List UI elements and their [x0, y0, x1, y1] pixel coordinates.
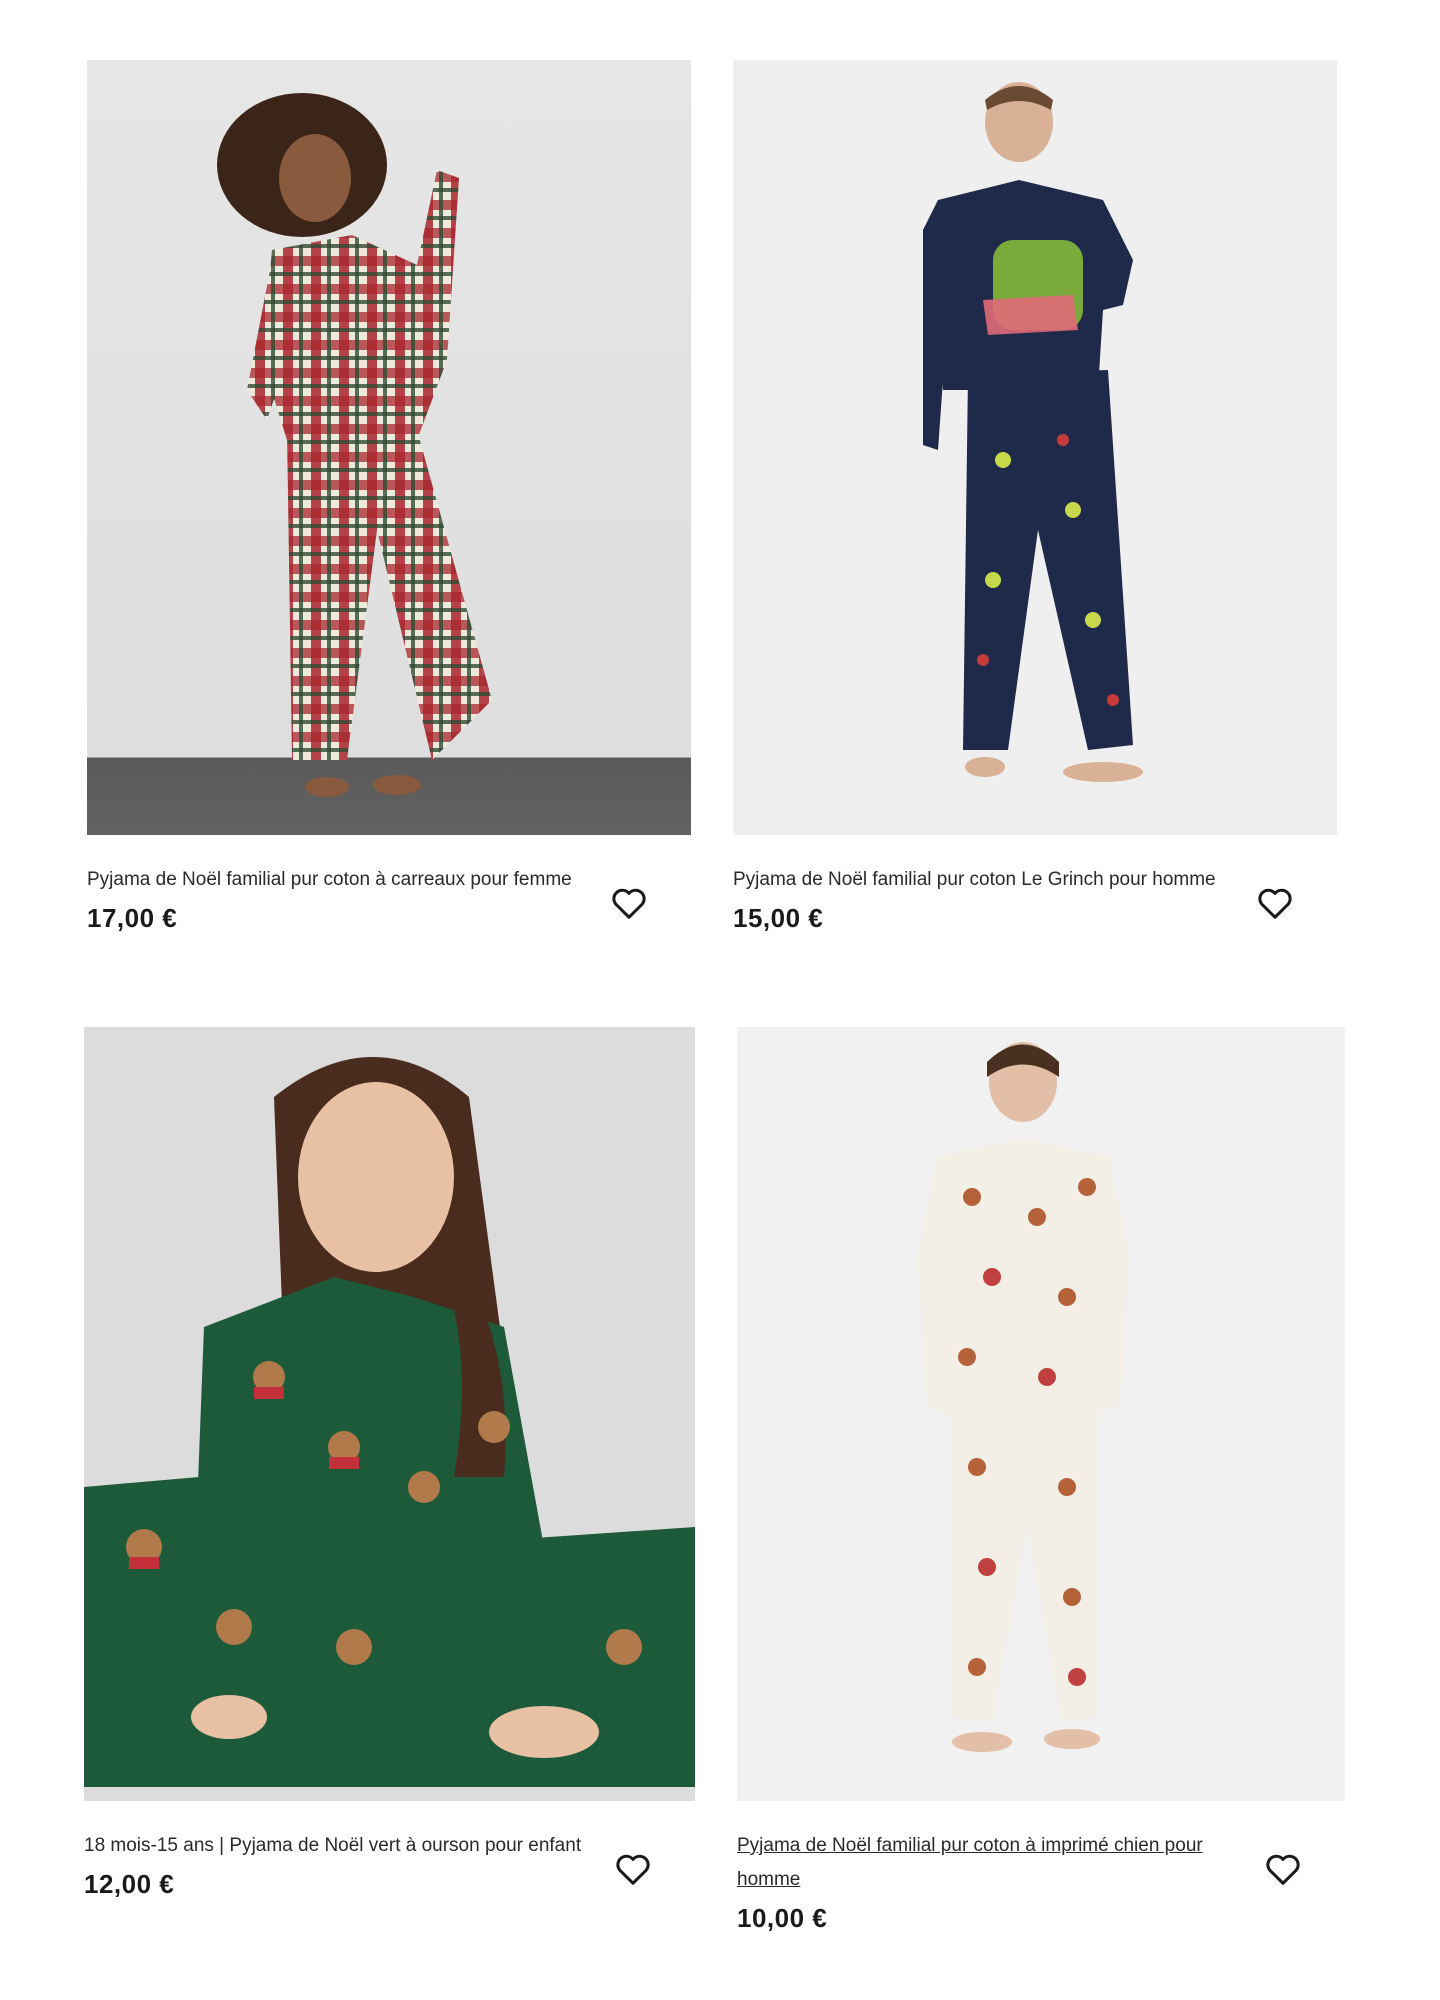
product-title[interactable]: Pyjama de Noël familial pur coton à impr…	[737, 1829, 1237, 1897]
heart-outline-icon	[616, 1854, 650, 1885]
product-price: 15,00 €	[733, 903, 824, 933]
child-teddy-pyjama-illustration	[84, 1057, 695, 1787]
product-title[interactable]: Pyjama de Noël familial pur coton à carr…	[87, 863, 587, 897]
add-to-wishlist-button[interactable]	[1253, 881, 1297, 925]
woman-plaid-pyjama-illustration	[217, 93, 492, 797]
add-to-wishlist-button[interactable]	[1261, 1847, 1305, 1891]
product-image[interactable]	[84, 1027, 695, 1801]
product-image[interactable]	[737, 1027, 1345, 1801]
heart-outline-icon	[1266, 1854, 1300, 1885]
product-card[interactable]: Pyjama de Noël familial pur coton à carr…	[87, 60, 691, 934]
product-title[interactable]: Pyjama de Noël familial pur coton Le Gri…	[733, 863, 1233, 897]
man-dog-print-pyjama-illustration	[917, 1042, 1129, 1752]
product-image[interactable]	[733, 60, 1337, 835]
man-grinch-pyjama-illustration	[923, 82, 1143, 782]
product-price: 17,00 €	[87, 903, 178, 933]
add-to-wishlist-button[interactable]	[607, 881, 651, 925]
heart-outline-icon	[1258, 888, 1292, 919]
product-card[interactable]: Pyjama de Noël familial pur coton à impr…	[737, 1027, 1345, 1934]
product-price: 10,00 €	[737, 1903, 828, 1933]
heart-outline-icon	[612, 888, 646, 919]
product-image[interactable]	[87, 60, 691, 835]
product-price: 12,00 €	[84, 1869, 175, 1899]
product-title[interactable]: 18 mois-15 ans | Pyjama de Noël vert à o…	[84, 1829, 584, 1863]
product-card[interactable]: Pyjama de Noël familial pur coton Le Gri…	[733, 60, 1337, 934]
product-card[interactable]: 18 mois-15 ans | Pyjama de Noël vert à o…	[84, 1027, 695, 1900]
add-to-wishlist-button[interactable]	[611, 1847, 655, 1891]
